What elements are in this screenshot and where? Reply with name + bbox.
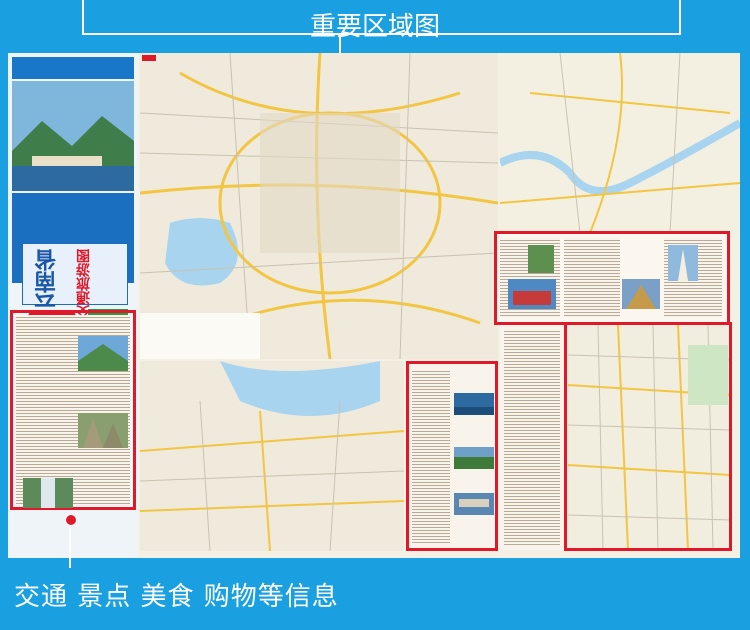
info-column-center: [500, 325, 564, 360]
kunming-map-tag: [142, 55, 156, 61]
info-column-middle-text: [504, 329, 560, 546]
info-box-dali-text: [412, 369, 450, 544]
photo-lake: [454, 393, 494, 415]
photo-dancers: [508, 279, 556, 309]
photo-waterfront: [454, 493, 494, 515]
inset-city-map-top-right: [500, 53, 740, 233]
section-title-key-areas: 重要区域图: [309, 12, 440, 42]
info-box-top-text-2: [564, 238, 620, 318]
inset-map-drawing: [500, 53, 740, 233]
photo-pagoda: [668, 245, 698, 281]
cover-photo-1: [78, 336, 128, 371]
cover-panel: 云南省 交通旅游图: [8, 53, 138, 558]
kunming-map-drawing: [140, 53, 498, 359]
bottom-pointer-dot: [65, 514, 77, 526]
dali-city-map: [140, 361, 404, 551]
photo-temple: [622, 279, 660, 309]
cover-title-text: 云南省: [35, 249, 60, 315]
cover-photo-3: [23, 478, 73, 508]
cover-landscape-photo: [12, 81, 134, 191]
inset-bottom-right-highlight: [564, 322, 732, 551]
kunming-city-map: [140, 53, 498, 359]
folded-map-sheet: 云南省 交通旅游图: [8, 53, 740, 558]
dali-map-drawing: [140, 361, 404, 551]
photo-garden: [528, 245, 554, 273]
section-title-info: 交通 景点 美食 购物等信息: [14, 582, 339, 612]
cover-photo-2: [78, 413, 128, 448]
cover-header: [12, 57, 134, 79]
photo-village: [454, 447, 494, 469]
